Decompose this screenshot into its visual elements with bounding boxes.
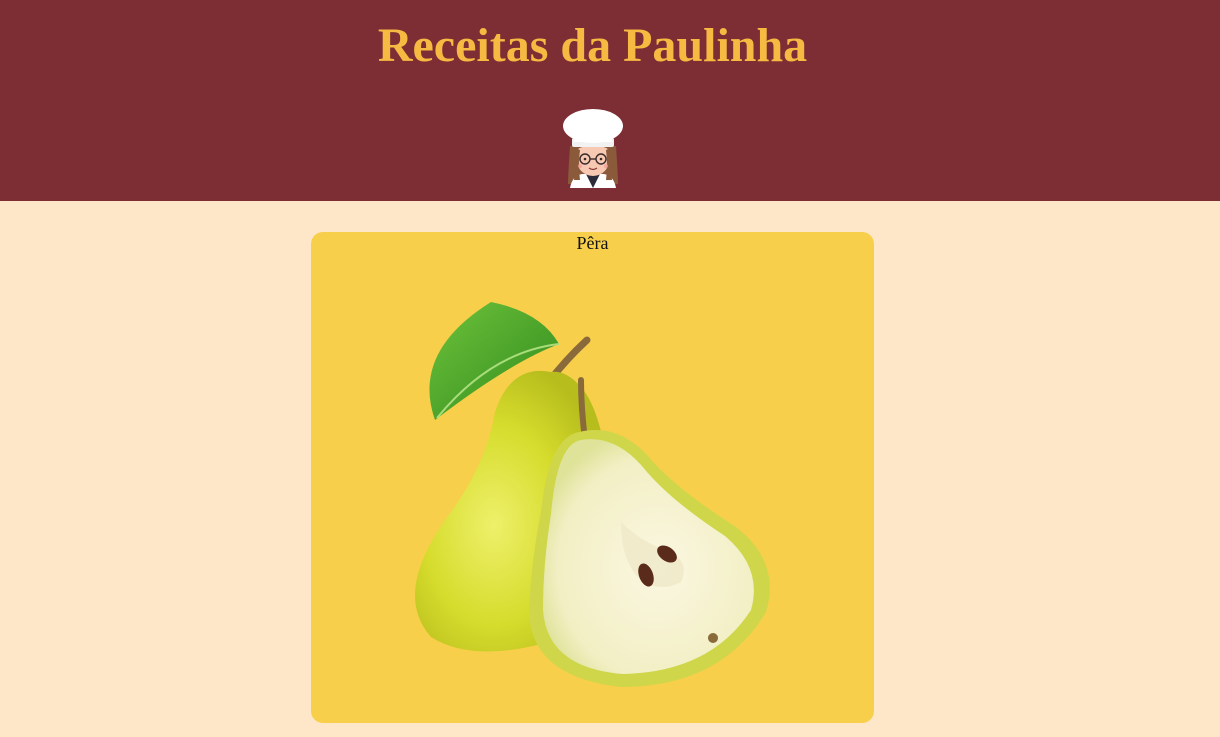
recipe-card[interactable]: Pêra [311, 232, 874, 723]
chef-avatar-icon [563, 109, 623, 188]
site-header: Receitas da Paulinha [0, 0, 1220, 201]
recipe-card-title: Pêra [576, 233, 609, 253]
pear-image [415, 302, 770, 687]
site-title: Receitas da Paulinha [377, 19, 808, 72]
